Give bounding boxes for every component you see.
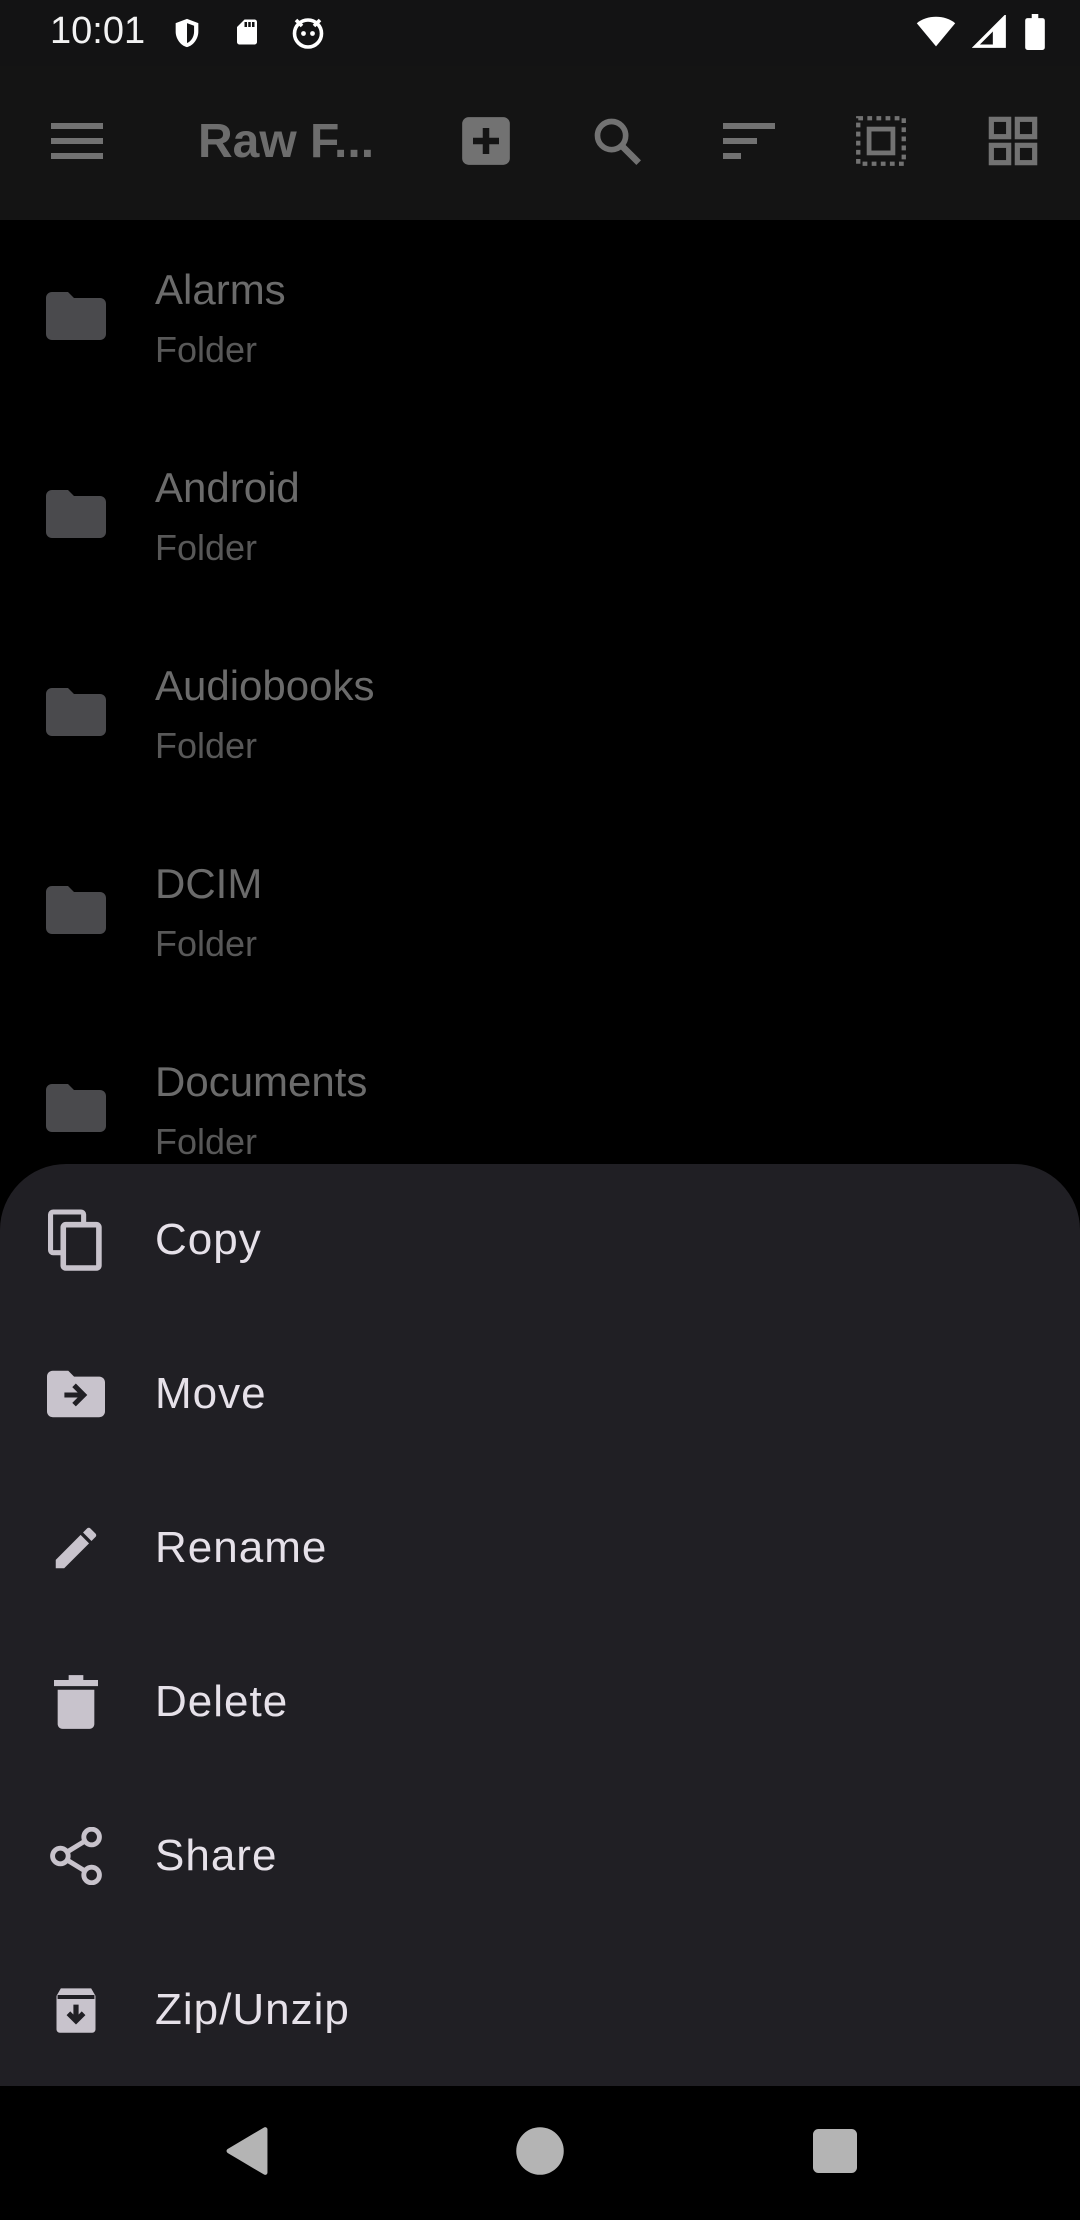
list-item[interactable]: Android Folder (0, 418, 1080, 616)
home-icon (515, 2126, 565, 2181)
share-label: Share (155, 1831, 278, 1880)
status-bar: 10:01 (0, 0, 1080, 66)
pencil-icon (46, 1515, 106, 1581)
sort-icon (723, 121, 775, 166)
trash-icon (46, 1669, 106, 1735)
folder-icon (46, 886, 106, 939)
grid-view-icon (987, 115, 1039, 172)
move-folder-icon (46, 1361, 106, 1427)
search-icon (591, 115, 643, 172)
menu-icon (51, 121, 103, 166)
file-name: Documents (155, 1058, 368, 1105)
select-all-icon (855, 115, 907, 172)
copy-action[interactable]: Copy (0, 1165, 1080, 1319)
shield-icon (170, 14, 204, 52)
zip-unzip-label: Zip/Unzip (155, 1985, 350, 2034)
add-box-icon (460, 115, 512, 172)
recents-button[interactable] (802, 2120, 868, 2186)
file-type: Folder (155, 923, 258, 964)
file-list: Alarms Folder Android Folder Audiobooks … (0, 220, 1080, 1164)
file-name: DCIM (155, 860, 263, 907)
share-icon (46, 1823, 106, 1889)
menu-button[interactable] (43, 109, 111, 177)
signal-icon (972, 15, 1008, 49)
file-type: Folder (155, 329, 258, 370)
list-item[interactable]: Documents Folder (0, 1012, 1080, 1164)
archive-icon (46, 1977, 106, 2043)
system-nav-bar (0, 2086, 1080, 2220)
select-all-button[interactable] (847, 109, 915, 177)
folder-icon (46, 292, 106, 345)
list-item[interactable]: DCIM Folder (0, 814, 1080, 1012)
add-button[interactable] (452, 109, 520, 177)
toolbar-title: Raw F... (198, 115, 375, 168)
sort-button[interactable] (715, 109, 783, 177)
file-name: Audiobooks (155, 662, 375, 709)
move-action[interactable]: Move (0, 1319, 1080, 1473)
battery-icon (1024, 14, 1046, 50)
list-item[interactable]: Alarms Folder (0, 220, 1080, 418)
file-name: Android (155, 464, 300, 511)
back-button[interactable] (214, 2120, 280, 2186)
folder-icon (46, 688, 106, 741)
zip-unzip-action[interactable]: Zip/Unzip (0, 1935, 1080, 2086)
search-button[interactable] (583, 109, 651, 177)
back-icon (224, 2126, 270, 2181)
delete-label: Delete (155, 1677, 289, 1726)
file-type: Folder (155, 725, 258, 766)
status-time: 10:01 (50, 10, 146, 52)
rename-label: Rename (155, 1523, 328, 1572)
cat-face-icon (290, 14, 326, 52)
file-type: Folder (155, 527, 258, 568)
folder-icon (46, 1084, 106, 1137)
sd-card-icon (232, 14, 262, 52)
move-label: Move (155, 1369, 267, 1418)
grid-view-button[interactable] (979, 109, 1047, 177)
share-action[interactable]: Share (0, 1781, 1080, 1935)
file-type: Folder (155, 1121, 258, 1162)
action-bottom-sheet: Copy Move Rename Delete Share Zip/Unzip (0, 1164, 1080, 2086)
file-name: Alarms (155, 266, 286, 313)
app-toolbar: Raw F... (0, 66, 1080, 220)
list-item[interactable]: Audiobooks Folder (0, 616, 1080, 814)
recents-icon (813, 2128, 857, 2178)
delete-action[interactable]: Delete (0, 1627, 1080, 1781)
folder-icon (46, 490, 106, 543)
rename-action[interactable]: Rename (0, 1473, 1080, 1627)
copy-icon (46, 1207, 106, 1273)
wifi-icon (916, 16, 956, 48)
copy-label: Copy (155, 1215, 262, 1264)
home-button[interactable] (507, 2120, 573, 2186)
